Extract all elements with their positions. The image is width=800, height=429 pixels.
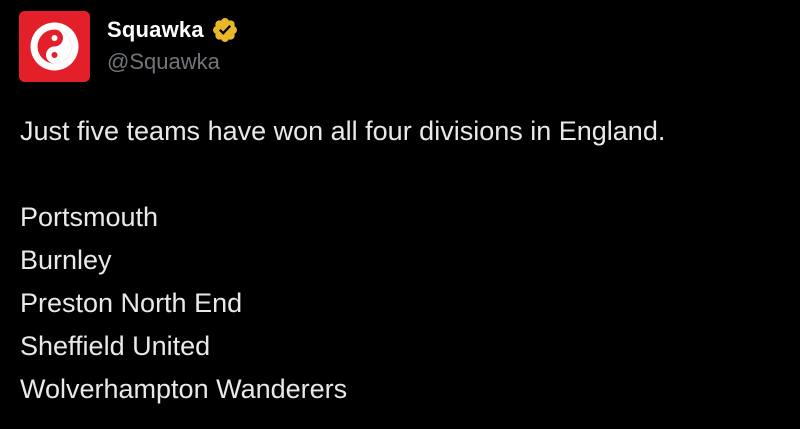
team-item: Portsmouth bbox=[20, 202, 159, 232]
team-item: Burnley bbox=[20, 245, 112, 275]
team-item: Wolverhampton Wanderers bbox=[20, 374, 348, 404]
team-item: Sheffield United bbox=[20, 331, 211, 361]
tweet-text: Just five teams have won all four divisi… bbox=[20, 110, 665, 411]
tweet-card: Squawka @Squawka Just five teams have wo… bbox=[0, 0, 800, 429]
team-list: Portsmouth Burnley Preston North End She… bbox=[20, 196, 665, 411]
avatar[interactable] bbox=[19, 11, 90, 82]
name-row: Squawka bbox=[107, 14, 239, 46]
verified-badge-icon[interactable] bbox=[211, 16, 239, 44]
team-item: Preston North End bbox=[20, 288, 243, 318]
squawka-logo-icon bbox=[19, 11, 90, 82]
display-name[interactable]: Squawka bbox=[107, 17, 204, 43]
tweet-intro: Just five teams have won all four divisi… bbox=[20, 116, 666, 146]
handle[interactable]: @Squawka bbox=[107, 49, 239, 75]
author-info: Squawka @Squawka bbox=[107, 14, 239, 75]
